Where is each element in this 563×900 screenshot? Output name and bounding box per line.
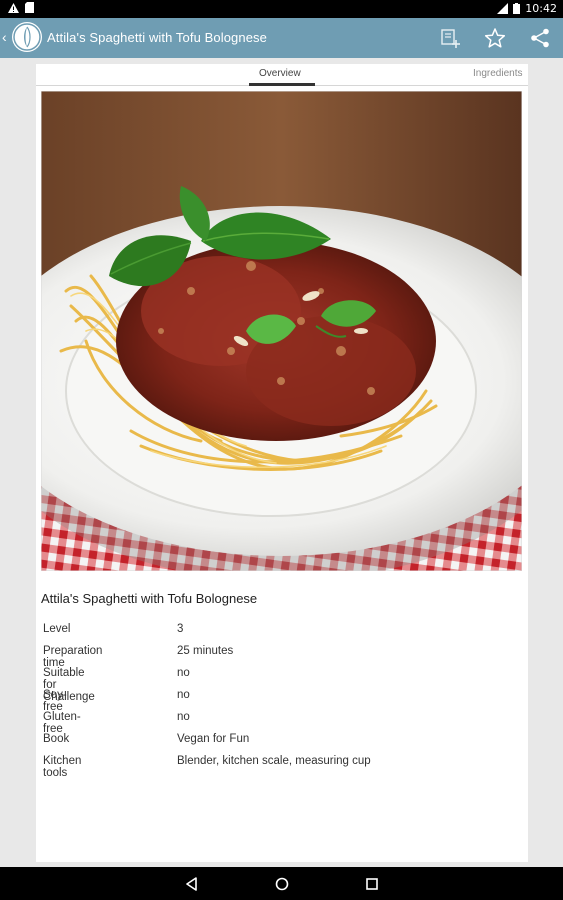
detail-label: Level xyxy=(43,623,71,635)
recipe-card: Overview Ingredients Attila's Spaghetti … xyxy=(36,64,528,862)
detail-label: Kitchen tools xyxy=(43,755,82,779)
detail-value: no xyxy=(177,667,190,679)
detail-value: no xyxy=(177,711,190,723)
app-bar: ‹ Attila's Spaghetti with Tofu Bolognese xyxy=(0,18,563,58)
add-to-list-icon[interactable] xyxy=(440,27,462,49)
navigation-bar xyxy=(0,867,563,900)
detail-label: Book xyxy=(43,733,70,745)
detail-value: Vegan for Fun xyxy=(177,733,250,745)
home-circle-icon[interactable] xyxy=(274,876,290,892)
signal-icon xyxy=(497,3,509,14)
app-bar-title: Attila's Spaghetti with Tofu Bolognese xyxy=(47,30,267,45)
battery-icon xyxy=(513,3,521,14)
detail-label: Preparation time xyxy=(43,645,103,669)
status-bar: 10:42 xyxy=(0,0,563,18)
tab-overview[interactable]: Overview xyxy=(259,68,301,79)
detail-value: no xyxy=(177,689,190,701)
share-icon[interactable] xyxy=(529,27,551,49)
star-icon[interactable] xyxy=(484,27,506,49)
warning-icon xyxy=(8,2,19,13)
detail-label: Gluten-free xyxy=(43,711,81,735)
recents-square-icon[interactable] xyxy=(364,876,380,892)
back-chevron-icon[interactable]: ‹ xyxy=(2,29,7,45)
detail-value: 3 xyxy=(177,623,184,635)
sd-card-icon xyxy=(25,2,34,13)
detail-value: 25 minutes xyxy=(177,645,234,657)
tab-bar: Overview Ingredients xyxy=(36,64,528,86)
recipe-title: Attila's Spaghetti with Tofu Bolognese xyxy=(41,591,258,606)
app-logo[interactable] xyxy=(12,22,42,52)
recipe-photo xyxy=(41,91,522,571)
detail-label: Soy-free xyxy=(43,689,67,713)
clock: 10:42 xyxy=(525,2,557,15)
detail-value: Blender, kitchen scale, measuring cup xyxy=(177,755,371,767)
back-triangle-icon[interactable] xyxy=(184,876,200,892)
tab-selected-indicator xyxy=(249,83,315,86)
tab-ingredients[interactable]: Ingredients xyxy=(473,68,522,79)
